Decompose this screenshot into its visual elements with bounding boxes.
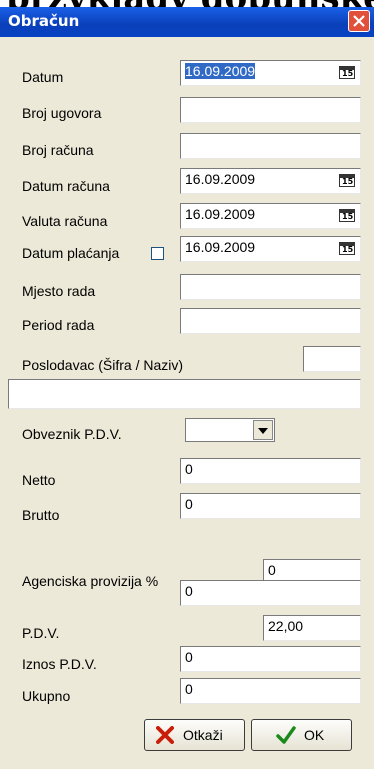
period-rada-field[interactable] xyxy=(180,308,361,334)
calendar-icon[interactable]: 15 xyxy=(339,174,355,187)
brutto-field[interactable]: 0 xyxy=(180,493,361,519)
background-text-fragment: przykłady dopunske zadaci xyxy=(0,0,374,7)
pdv-value: 22,00 xyxy=(268,618,304,634)
close-button[interactable] xyxy=(348,10,370,32)
broj-racuna-field[interactable] xyxy=(180,133,361,159)
netto-value: 0 xyxy=(185,461,193,477)
valuta-racuna-value: 16.09.2009 xyxy=(185,206,256,222)
agencijska-provizija-amount-field[interactable]: 0 xyxy=(180,580,361,606)
ukupno-field[interactable]: 0 xyxy=(180,678,361,704)
agencijska-provizija-percent-value: 0 xyxy=(268,562,276,578)
obveznik-pdv-label: Obveznik P.D.V. xyxy=(22,426,122,442)
broj-ugovora-label: Broj ugovora xyxy=(22,105,102,121)
poslodavac-sifra-field[interactable] xyxy=(303,346,361,372)
obveznik-pdv-select[interactable] xyxy=(185,418,275,442)
pdv-field[interactable]: 22,00 xyxy=(263,615,361,641)
datum-placanja-label: Datum plaćanja xyxy=(22,245,120,261)
cross-icon xyxy=(156,726,174,744)
dialog-title: Obračun xyxy=(8,12,80,30)
broj-ugovora-field[interactable] xyxy=(180,97,361,123)
iznos-pdv-value: 0 xyxy=(185,649,193,665)
dialog-window: Obračun Datum 16.09.2009 15 Broj ugovora… xyxy=(0,7,374,769)
datum-value: 16.09.2009 xyxy=(185,63,256,79)
agencijska-provizija-label: Agenciska provizija % xyxy=(22,573,159,589)
datum-racuna-label: Datum računa xyxy=(22,178,110,194)
brutto-label: Brutto xyxy=(22,507,60,523)
datum-racuna-value: 16.09.2009 xyxy=(185,171,256,187)
poslodavac-label: Poslodavac (Šifra / Naziv) xyxy=(22,357,184,373)
pdv-label: P.D.V. xyxy=(22,625,60,641)
datum-racuna-field[interactable]: 16.09.2009 15 xyxy=(180,168,361,194)
calendar-icon[interactable]: 15 xyxy=(339,209,355,222)
iznos-pdv-label: Iznos P.D.V. xyxy=(22,656,97,672)
valuta-racuna-field[interactable]: 16.09.2009 15 xyxy=(180,203,361,229)
valuta-racuna-label: Valuta računa xyxy=(22,213,108,229)
calendar-icon[interactable]: 15 xyxy=(339,66,355,79)
cancel-button[interactable]: Otkaži xyxy=(144,719,245,751)
datum-label: Datum xyxy=(22,69,64,85)
brutto-value: 0 xyxy=(185,496,193,512)
ukupno-value: 0 xyxy=(185,681,193,697)
poslodavac-naziv-field[interactable] xyxy=(8,379,361,409)
datum-field[interactable]: 16.09.2009 15 xyxy=(180,60,361,86)
mjesto-rada-field[interactable] xyxy=(180,274,361,300)
datum-placanja-value: 16.09.2009 xyxy=(185,239,256,255)
netto-label: Netto xyxy=(22,472,56,488)
broj-racuna-label: Broj računa xyxy=(22,142,94,158)
ok-button-label: OK xyxy=(304,727,325,743)
ok-button[interactable]: OK xyxy=(251,719,352,751)
chevron-down-icon[interactable] xyxy=(253,420,273,440)
ukupno-label: Ukupno xyxy=(22,688,71,704)
datum-placanja-checkbox[interactable] xyxy=(151,247,164,260)
agencijska-provizija-amount-value: 0 xyxy=(185,583,193,599)
datum-placanja-field[interactable]: 16.09.2009 15 xyxy=(180,236,361,262)
close-icon xyxy=(353,15,365,27)
period-rada-label: Period rada xyxy=(22,317,95,333)
cancel-button-label: Otkaži xyxy=(183,727,223,743)
calendar-icon[interactable]: 15 xyxy=(339,242,355,255)
netto-field[interactable]: 0 xyxy=(180,458,361,484)
checkmark-icon xyxy=(276,726,296,744)
iznos-pdv-field[interactable]: 0 xyxy=(180,646,361,672)
title-bar[interactable]: Obračun xyxy=(0,7,374,37)
mjesto-rada-label: Mjesto rada xyxy=(22,283,96,299)
